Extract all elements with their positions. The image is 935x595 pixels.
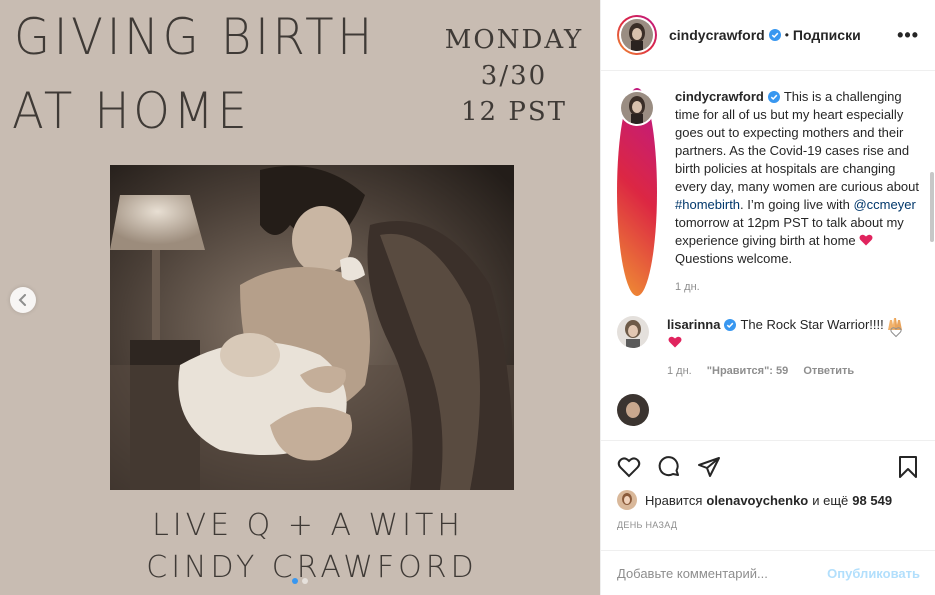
add-comment-bar: Опубликовать bbox=[601, 550, 935, 595]
avatar[interactable] bbox=[617, 394, 649, 426]
following-button[interactable]: Подписки bbox=[793, 27, 861, 43]
caption-username[interactable]: cindycrawford bbox=[675, 89, 764, 104]
post-panel: cindycrawford • Подписки ••• cindycrawfo… bbox=[600, 0, 935, 595]
comment-input[interactable] bbox=[617, 565, 828, 581]
comment-item-partial bbox=[601, 394, 935, 426]
header-username[interactable]: cindycrawford bbox=[669, 27, 765, 43]
action-bar bbox=[601, 440, 935, 479]
caption-avatar-ring[interactable] bbox=[617, 88, 657, 296]
comment-text: The Rock Star Warrior!!!! bbox=[740, 317, 888, 332]
avatar bbox=[621, 19, 653, 51]
header-avatar-ring[interactable] bbox=[617, 15, 657, 55]
caption-text: Questions welcome. bbox=[675, 251, 793, 266]
comments-scrollbar[interactable] bbox=[930, 172, 934, 242]
verified-badge-icon bbox=[724, 319, 737, 331]
mention-link[interactable]: @ccmeyer bbox=[853, 197, 915, 212]
likes-count[interactable]: 98 549 bbox=[852, 493, 892, 508]
save-bookmark-icon[interactable] bbox=[896, 455, 920, 479]
avatar[interactable] bbox=[617, 490, 637, 510]
avatar[interactable] bbox=[617, 316, 649, 348]
like-heart-icon[interactable] bbox=[617, 455, 641, 479]
header-separator: • bbox=[784, 28, 789, 42]
likes-prefix: Нравится bbox=[645, 492, 703, 508]
carousel-dot bbox=[292, 578, 298, 584]
comment-username[interactable]: lisarinna bbox=[667, 317, 720, 332]
caption-body: cindycrawford This is a challenging time … bbox=[675, 88, 919, 296]
carousel-dot bbox=[302, 578, 308, 584]
post-media[interactable]: GIVING BIRTH AT HOME MONDAY 3/30 12 PST bbox=[0, 0, 600, 595]
comment-bubble-icon[interactable] bbox=[657, 455, 681, 479]
image-title-line1: GIVING BIRTH bbox=[14, 8, 376, 66]
caption-text: . I’m going live with bbox=[740, 197, 854, 212]
caption-time[interactable]: 1 дн. bbox=[675, 278, 919, 296]
avatar bbox=[621, 92, 653, 124]
comment-time[interactable]: 1 дн. bbox=[667, 365, 692, 377]
red-heart-emoji-icon bbox=[668, 336, 682, 348]
image-bottom-line1: LIVE Q + A WITH bbox=[152, 508, 464, 543]
more-options-icon[interactable]: ••• bbox=[897, 25, 919, 46]
likes-mid: и ещё bbox=[812, 492, 849, 508]
likes-summary: Нравится olenavoychenko и ещё 98 549 bbox=[617, 490, 892, 510]
verified-badge-icon bbox=[768, 29, 781, 41]
image-title-line2: AT HOME bbox=[12, 82, 251, 140]
comment-reply-button[interactable]: Ответить bbox=[803, 365, 854, 377]
red-heart-emoji-icon bbox=[859, 234, 873, 246]
post-caption: cindycrawford This is a challenging time … bbox=[601, 72, 935, 296]
share-direct-icon[interactable] bbox=[697, 455, 721, 479]
image-date-day: MONDAY bbox=[444, 25, 584, 55]
verified-badge-icon bbox=[767, 91, 780, 103]
chevron-left-icon bbox=[18, 294, 26, 306]
carousel-prev-button[interactable] bbox=[10, 287, 36, 313]
comment-body: lisarinna The Rock Star Warrior!!!! 1 дн.… bbox=[667, 316, 911, 380]
image-date-time: 12 PST bbox=[461, 97, 567, 127]
comment-likes[interactable]: "Нравится": 59 bbox=[707, 365, 788, 377]
comment-meta: 1 дн. "Нравится": 59 Ответить bbox=[667, 362, 911, 380]
image-date-block: MONDAY 3/30 12 PST bbox=[440, 22, 588, 130]
carousel-dots bbox=[292, 578, 308, 584]
caption-text: This is a challenging time for all of us… bbox=[675, 89, 919, 194]
image-date-date: 3/30 bbox=[480, 61, 548, 91]
comment-item: lisarinna The Rock Star Warrior!!!! 1 дн.… bbox=[601, 316, 935, 380]
birth-photo bbox=[110, 165, 514, 490]
comment-like-heart-icon[interactable] bbox=[890, 326, 902, 338]
likes-user-link[interactable]: olenavoychenko bbox=[706, 493, 808, 508]
post-date[interactable]: ДЕНЬ НАЗАД bbox=[617, 520, 677, 530]
post-comment-button[interactable]: Опубликовать bbox=[827, 566, 920, 581]
hashtag-link[interactable]: #homebirth bbox=[675, 197, 740, 212]
post-header: cindycrawford • Подписки ••• bbox=[601, 0, 935, 71]
comments-section[interactable]: cindycrawford This is a challenging time … bbox=[601, 72, 935, 440]
